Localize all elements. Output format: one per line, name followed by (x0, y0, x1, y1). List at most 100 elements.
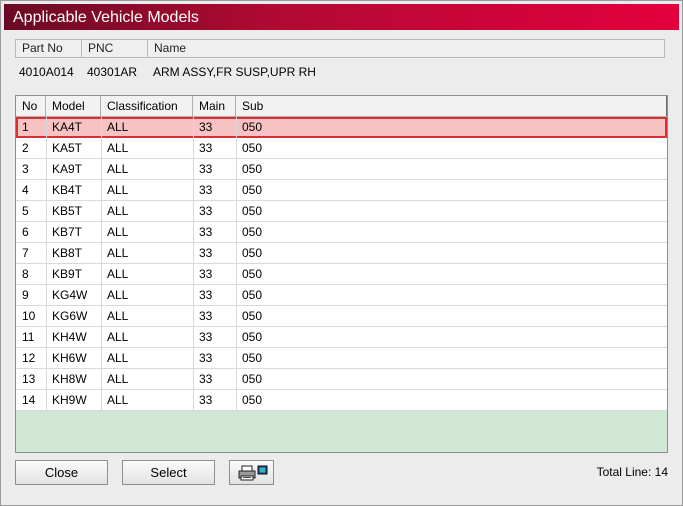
models-table[interactable]: No Model Classification Main Sub 1 KA4T AL… (15, 95, 668, 453)
cell-model: KG6W (52, 309, 88, 323)
column-classification[interactable]: Classification (101, 96, 193, 116)
cell-classification: ALL (107, 141, 129, 155)
cell-sub: 050 (242, 330, 263, 344)
cell-model: KH9W (52, 393, 87, 407)
cell-no: 14 (22, 393, 36, 407)
cell-sub: 050 (242, 372, 263, 386)
cell-main: 33 (199, 162, 213, 176)
window-title: Applicable Vehicle Models (13, 9, 199, 26)
cell-classification: ALL (107, 330, 129, 344)
cell-main: 33 (199, 204, 213, 218)
cell-sub: 050 (242, 393, 263, 407)
cell-model: KG4W (52, 288, 88, 302)
cell-model: KB7T (52, 225, 83, 239)
cell-no: 1 (22, 120, 29, 134)
cell-no: 11 (22, 330, 35, 344)
cell-model: KA5T (52, 141, 83, 155)
cell-classification: ALL (107, 288, 129, 302)
cell-model: KH6W (52, 351, 87, 365)
cell-no: 4 (22, 183, 29, 197)
cell-no: 13 (22, 372, 36, 386)
column-divider (193, 117, 194, 411)
table-row[interactable]: 11 KH4W ALL 33 050 (16, 327, 667, 348)
cell-main: 33 (199, 183, 213, 197)
name-header: Name (154, 41, 187, 55)
cell-classification: ALL (107, 393, 129, 407)
table-row[interactable]: 4 KB4T ALL 33 050 (16, 180, 667, 201)
cell-main: 33 (199, 246, 213, 260)
table-empty-area (16, 411, 667, 452)
cell-sub: 050 (242, 267, 263, 281)
cell-classification: ALL (107, 267, 129, 281)
table-row[interactable]: 12 KH6W ALL 33 050 (16, 348, 667, 369)
cell-model: KB8T (52, 246, 83, 260)
cell-no: 3 (22, 162, 29, 176)
applicable-models-window: Applicable Vehicle Models Part No PNC Na… (0, 0, 683, 506)
cell-no: 12 (22, 351, 36, 365)
cell-model: KA9T (52, 162, 83, 176)
cell-no: 8 (22, 267, 29, 281)
cell-main: 33 (199, 393, 213, 407)
cell-sub: 050 (242, 309, 263, 323)
column-divider (101, 117, 102, 411)
cell-sub: 050 (242, 120, 263, 134)
cell-model: KH4W (52, 330, 87, 344)
table-row[interactable]: 5 KB5T ALL 33 050 (16, 201, 667, 222)
cell-no: 9 (22, 288, 29, 302)
cell-no: 10 (22, 309, 36, 323)
title-bar: Applicable Vehicle Models (4, 4, 679, 30)
table-row[interactable]: 6 KB7T ALL 33 050 (16, 222, 667, 243)
column-divider (236, 117, 237, 411)
column-model[interactable]: Model (46, 96, 101, 116)
part-info-panel: Part No PNC Name 4010A014 40301AR ARM AS… (15, 39, 665, 89)
cell-sub: 050 (242, 162, 263, 176)
table-row[interactable]: 14 KH9W ALL 33 050 (16, 390, 667, 411)
table-row[interactable]: 9 KG4W ALL 33 050 (16, 285, 667, 306)
table-row[interactable]: 3 KA9T ALL 33 050 (16, 159, 667, 180)
printer-icon (238, 465, 268, 481)
column-main[interactable]: Main (193, 96, 236, 116)
column-no[interactable]: No (16, 96, 46, 116)
table-row[interactable]: 7 KB8T ALL 33 050 (16, 243, 667, 264)
cell-main: 33 (199, 120, 213, 134)
cell-classification: ALL (107, 225, 129, 239)
cell-classification: ALL (107, 372, 129, 386)
cell-classification: ALL (107, 183, 129, 197)
cell-main: 33 (199, 288, 213, 302)
cell-main: 33 (199, 309, 213, 323)
select-button[interactable]: Select (122, 460, 215, 485)
cell-sub: 050 (242, 288, 263, 302)
cell-classification: ALL (107, 120, 129, 134)
cell-sub: 050 (242, 351, 263, 365)
cell-no: 7 (22, 246, 29, 260)
cell-model: KA4T (52, 120, 83, 134)
cell-main: 33 (199, 267, 213, 281)
cell-classification: ALL (107, 246, 129, 260)
cell-model: KH8W (52, 372, 87, 386)
cell-main: 33 (199, 225, 213, 239)
cell-no: 6 (22, 225, 29, 239)
column-sub[interactable]: Sub (236, 96, 667, 116)
close-button[interactable]: Close (15, 460, 108, 485)
cell-model: KB4T (52, 183, 83, 197)
table-row[interactable]: 1 KA4T ALL 33 050 (16, 117, 667, 138)
cell-sub: 050 (242, 183, 263, 197)
print-button[interactable] (229, 460, 274, 485)
cell-classification: ALL (107, 309, 129, 323)
cell-model: KB5T (52, 204, 83, 218)
table-row[interactable]: 10 KG6W ALL 33 050 (16, 306, 667, 327)
part-no-header: Part No (16, 40, 82, 57)
cell-model: KB9T (52, 267, 83, 281)
table-row[interactable]: 2 KA5T ALL 33 050 (16, 138, 667, 159)
table-header: No Model Classification Main Sub (16, 96, 667, 117)
cell-main: 33 (199, 351, 213, 365)
table-row[interactable]: 8 KB9T ALL 33 050 (16, 264, 667, 285)
table-row[interactable]: 13 KH8W ALL 33 050 (16, 369, 667, 390)
cell-sub: 050 (242, 246, 263, 260)
cell-classification: ALL (107, 162, 129, 176)
cell-sub: 050 (242, 225, 263, 239)
total-line-label: Total Line: 14 (596, 465, 668, 479)
part-info-header: Part No PNC Name (15, 39, 665, 58)
column-divider (46, 117, 47, 411)
part-no-value: 4010A014 (19, 65, 74, 79)
